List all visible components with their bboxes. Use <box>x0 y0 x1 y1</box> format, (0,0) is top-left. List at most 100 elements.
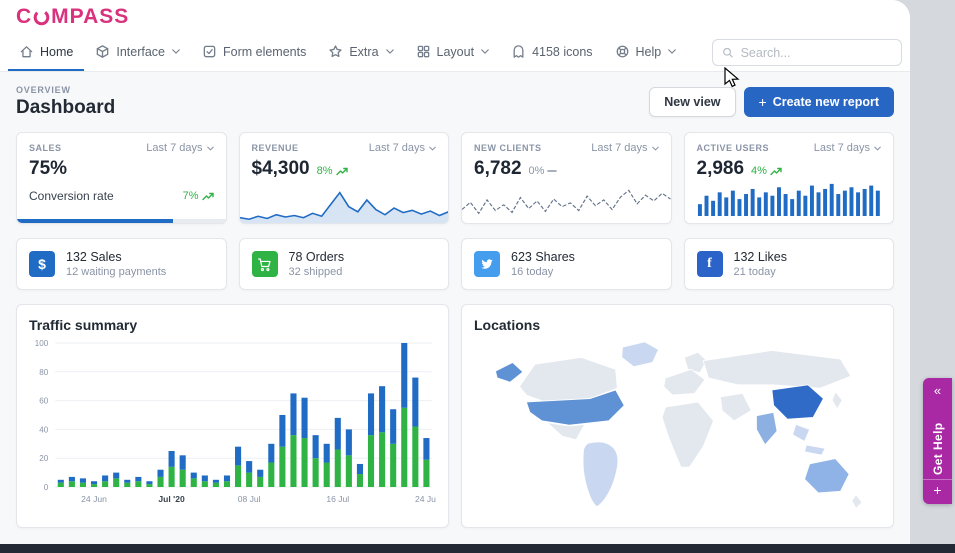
page-overline: Overview <box>16 85 115 95</box>
create-new-report-button[interactable]: + Create new report <box>744 87 894 117</box>
logo-text-suffix: MPASS <box>51 5 129 29</box>
map-region-greenland <box>622 342 659 367</box>
chevron-down-icon <box>172 49 180 54</box>
svg-text:80: 80 <box>39 368 49 377</box>
map-region-south-america <box>583 442 618 507</box>
compass-logo[interactable]: C MPASS <box>16 5 129 29</box>
period-dropdown[interactable]: Last 7 days <box>369 142 436 154</box>
new-view-button[interactable]: New view <box>649 87 735 117</box>
map-region-se-asia <box>793 424 810 441</box>
locations-card: Locations <box>461 304 894 528</box>
info-subtitle: 21 today <box>734 266 788 278</box>
viewport-bottom-edge <box>0 544 955 553</box>
map-region-china <box>772 385 824 419</box>
chevron-down-icon <box>429 146 436 151</box>
package-icon <box>95 44 110 59</box>
info-card-likes: f 132 Likes 21 today <box>684 238 895 290</box>
map-region-indonesia <box>805 445 826 455</box>
chevron-down-icon <box>386 49 394 54</box>
info-title: 132 Sales <box>66 250 166 264</box>
nav-item-layout[interactable]: Layout <box>405 34 501 71</box>
map-region-japan <box>832 392 842 409</box>
info-card-orders: 78 Orders 32 shipped <box>239 238 450 290</box>
info-cards-row: $ 132 Sales 12 waiting payments 78 Order… <box>16 238 894 290</box>
search-input[interactable] <box>741 46 892 60</box>
currency-dollar-icon: $ <box>29 251 55 277</box>
nav-item-help[interactable]: Help <box>604 34 688 71</box>
info-title: 623 Shares <box>511 250 575 264</box>
stat-label: New clients <box>474 143 542 153</box>
conversion-rate-label: Conversion rate <box>29 189 114 203</box>
info-title: 132 Likes <box>734 250 788 264</box>
stat-label: Sales <box>29 143 62 153</box>
nav-label: Extra <box>349 45 378 59</box>
stat-label: Revenue <box>252 143 299 153</box>
chevron-down-icon <box>874 146 881 151</box>
facebook-icon: f <box>697 251 723 277</box>
ghost-icon <box>511 44 526 59</box>
stat-delta: 8% <box>317 165 348 177</box>
locations-title: Locations <box>474 317 881 333</box>
stat-card-new-clients: New clients Last 7 days 6,782 0% <box>461 132 672 224</box>
nav-label: Layout <box>437 45 475 59</box>
trending-up-icon <box>336 167 348 176</box>
conversion-delta: 7% <box>183 190 214 202</box>
nav-label: Help <box>636 45 662 59</box>
conversion-progressbar <box>17 219 226 223</box>
map-region-australia <box>805 459 850 493</box>
panels-row: Traffic summary 02040608010024 JunJul '2… <box>16 304 894 528</box>
stat-cards-row: Sales Last 7 days 75% Conversion rate 7% <box>16 132 894 224</box>
home-icon <box>19 44 34 59</box>
svg-text:20: 20 <box>39 454 49 463</box>
svg-text:08 Jul: 08 Jul <box>238 494 261 504</box>
plus-icon: + <box>759 97 767 107</box>
svg-text:Jul '20: Jul '20 <box>158 494 185 504</box>
map-region-europe <box>664 369 705 395</box>
stat-label: Active users <box>697 143 770 153</box>
traffic-summary-card: Traffic summary 02040608010024 JunJul '2… <box>16 304 449 528</box>
trending-up-icon <box>202 192 214 201</box>
map-region-india <box>756 412 777 445</box>
nav-item-interface[interactable]: Interface <box>84 34 191 71</box>
chevron-down-icon <box>481 49 489 54</box>
top-header: C MPASS <box>0 0 910 34</box>
get-help-button[interactable]: « Get Help + <box>923 378 952 504</box>
users-sparkline <box>697 182 882 216</box>
star-icon <box>328 44 343 59</box>
info-subtitle: 12 waiting payments <box>66 266 166 278</box>
period-dropdown[interactable]: Last 7 days <box>146 142 213 154</box>
nav-item-extra[interactable]: Extra <box>317 34 404 71</box>
stat-value: $4,300 <box>252 158 310 180</box>
info-card-shares: 623 Shares 16 today <box>461 238 672 290</box>
app-window: C MPASS Home Interface Form elements Ext… <box>0 0 910 544</box>
chevron-down-icon <box>668 49 676 54</box>
page-content: Overview Dashboard New view + Create new… <box>0 72 910 544</box>
trending-up-icon <box>770 167 782 176</box>
nav-item-icons[interactable]: 4158 icons <box>500 34 603 71</box>
traffic-summary-title: Traffic summary <box>29 317 436 333</box>
svg-text:100: 100 <box>35 339 49 348</box>
collapse-chevron-icon[interactable]: « <box>934 378 941 400</box>
svg-text:60: 60 <box>39 397 49 406</box>
map-region-africa <box>662 402 714 467</box>
page-title: Dashboard <box>16 97 115 119</box>
logo-text-prefix: C <box>16 5 32 29</box>
nav-label: 4158 icons <box>532 45 592 59</box>
page-header: Overview Dashboard New view + Create new… <box>16 82 894 122</box>
nav-item-form-elements[interactable]: Form elements <box>191 34 317 71</box>
search-box <box>712 39 902 66</box>
twitter-icon <box>474 251 500 277</box>
shopping-cart-icon <box>252 251 278 277</box>
world-map <box>474 335 881 511</box>
map-region-middle-east <box>720 393 751 420</box>
plus-icon[interactable]: + <box>923 479 952 504</box>
stat-card-revenue: Revenue Last 7 days $4,300 8% <box>239 132 450 224</box>
period-dropdown[interactable]: Last 7 days <box>814 142 881 154</box>
info-title: 78 Orders <box>289 250 345 264</box>
period-dropdown[interactable]: Last 7 days <box>591 142 658 154</box>
info-card-sales: $ 132 Sales 12 waiting payments <box>16 238 227 290</box>
svg-text:40: 40 <box>39 425 49 434</box>
nav-item-home[interactable]: Home <box>8 34 84 71</box>
map-region-mexico <box>547 423 585 440</box>
chevron-down-icon <box>652 146 659 151</box>
